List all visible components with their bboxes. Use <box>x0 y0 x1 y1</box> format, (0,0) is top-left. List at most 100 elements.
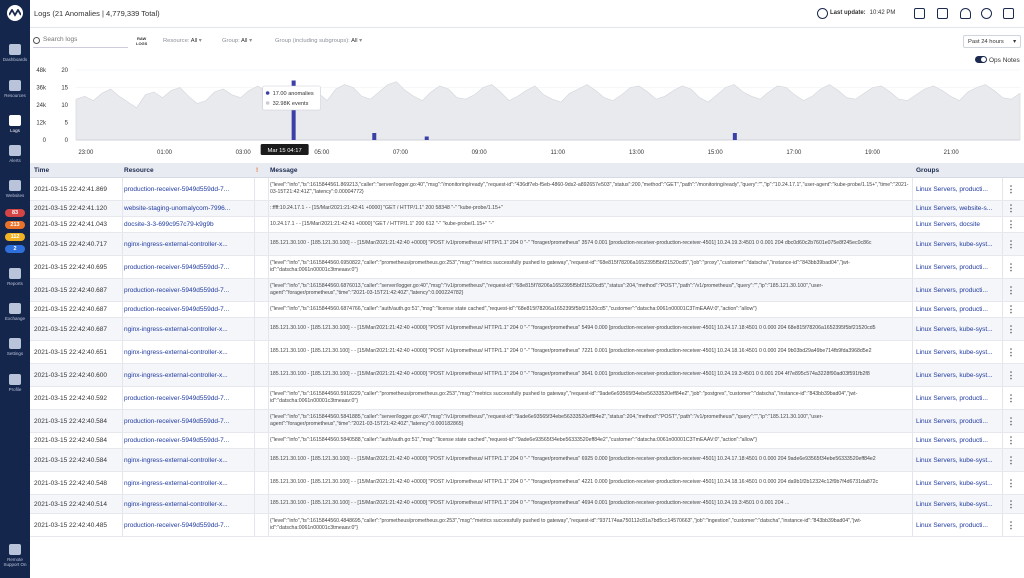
alert-badge-error[interactable]: 213 <box>5 221 25 229</box>
row-groups-link[interactable]: Linux Servers, website-s... <box>916 201 998 216</box>
bell-icon[interactable] <box>960 8 971 19</box>
row-menu-icon[interactable]: ⋮ <box>1006 449 1016 471</box>
row-groups-link[interactable]: Linux Servers, producti... <box>916 178 998 200</box>
row-menu-icon[interactable]: ⋮ <box>1006 387 1016 409</box>
table-row[interactable]: 2021-03-15 22:42:40.695 production-receiv… <box>30 256 1024 279</box>
row-groups-link[interactable]: Linux Servers, kube-syst... <box>916 318 998 340</box>
help-icon[interactable] <box>981 8 992 19</box>
sidebar-item-profile[interactable]: Profile <box>0 374 30 392</box>
row-menu-icon[interactable]: ⋮ <box>1006 201 1016 216</box>
column-divider <box>268 178 269 200</box>
row-resource-link[interactable]: nginx-ingress-external-controller-x... <box>124 341 240 363</box>
row-resource-link[interactable]: website-staging-unomalycom-7996... <box>124 201 240 216</box>
table-row[interactable]: 2021-03-15 22:42:40.548 nginx-ingress-ext… <box>30 472 1024 495</box>
row-menu-icon[interactable]: ⋮ <box>1006 472 1016 494</box>
alert-badge-critical[interactable]: 83 <box>5 209 25 217</box>
table-row[interactable]: 2021-03-15 22:42:40.514 nginx-ingress-ext… <box>30 495 1024 514</box>
table-row[interactable]: 2021-03-15 22:42:40.592 production-receiv… <box>30 387 1024 410</box>
row-resource-link[interactable]: production-receiver-5949d559dd-7... <box>124 302 240 317</box>
row-resource-link[interactable]: nginx-ingress-external-controller-x... <box>124 495 240 513</box>
sidebar-item-dashboards[interactable]: Dashboards <box>0 44 30 62</box>
col-header-groups[interactable]: Groups <box>916 167 939 174</box>
row-resource-link[interactable]: production-receiver-5949d559dd-7... <box>124 410 240 432</box>
row-groups-link[interactable]: Linux Servers, producti... <box>916 433 998 448</box>
row-menu-icon[interactable]: ⋮ <box>1006 217 1016 232</box>
row-groups-link[interactable]: Linux Servers, kube-syst... <box>916 472 998 494</box>
row-groups-link[interactable]: Linux Servers, producti... <box>916 514 998 536</box>
row-menu-icon[interactable]: ⋮ <box>1006 364 1016 386</box>
sidebar-item-logs[interactable]: Logs <box>0 115 30 133</box>
app-logo[interactable] <box>7 5 23 21</box>
row-groups-link[interactable]: Linux Servers, producti... <box>916 302 998 317</box>
sidebar-item-resources[interactable]: Resources <box>0 80 30 98</box>
table-row[interactable]: 2021-03-15 22:42:40.485 production-receiv… <box>30 514 1024 537</box>
table-row[interactable]: 2021-03-15 22:42:41.043 docsite-3-3-699c9… <box>30 217 1024 233</box>
table-row[interactable]: 2021-03-15 22:42:40.584 nginx-ingress-ext… <box>30 449 1024 472</box>
row-groups-link[interactable]: Linux Servers, kube-syst... <box>916 449 998 471</box>
external-link-icon[interactable] <box>1003 8 1014 19</box>
col-header-message[interactable]: Message <box>270 167 297 174</box>
row-menu-icon[interactable]: ⋮ <box>1006 302 1016 317</box>
row-groups-link[interactable]: Linux Servers, kube-syst... <box>916 341 998 363</box>
row-resource-link[interactable]: production-receiver-5949d559dd-7... <box>124 256 240 278</box>
row-groups-link[interactable]: Linux Servers, producti... <box>916 256 998 278</box>
sidebar-item-remote-support[interactable]: Remote Support On <box>0 544 30 567</box>
table-row[interactable]: 2021-03-15 22:42:40.687 production-receiv… <box>30 302 1024 318</box>
alert-badge-warning[interactable]: 112 <box>5 233 25 241</box>
table-row[interactable]: 2021-03-15 22:42:41.869 production-receiv… <box>30 178 1024 201</box>
row-resource-link[interactable]: docsite-3-3-699c957c79-k9g9b <box>124 217 240 232</box>
table-row[interactable]: 2021-03-15 22:42:40.687 production-receiv… <box>30 279 1024 302</box>
row-menu-icon[interactable]: ⋮ <box>1006 279 1016 301</box>
resource-filter[interactable]: Resource: All ▾ <box>163 38 202 44</box>
row-groups-link[interactable]: Linux Servers, producti... <box>916 279 998 301</box>
sidebar-item-reports[interactable]: Reports <box>0 268 30 286</box>
group-filter[interactable]: Group: All ▾ <box>222 38 252 44</box>
row-resource-link[interactable]: nginx-ingress-external-controller-x... <box>124 472 240 494</box>
row-resource-link[interactable]: production-receiver-5949d559dd-7... <box>124 514 240 536</box>
table-row[interactable]: 2021-03-15 22:42:40.651 nginx-ingress-ext… <box>30 341 1024 364</box>
row-groups-link[interactable]: Linux Servers, kube-syst... <box>916 233 998 255</box>
row-resource-link[interactable]: nginx-ingress-external-controller-x... <box>124 318 240 340</box>
raw-logs-button[interactable]: RAW LOGS <box>136 36 147 46</box>
col-header-resource[interactable]: Resource <box>124 167 154 174</box>
row-resource-link[interactable]: production-receiver-5949d559dd-7... <box>124 433 240 448</box>
time-range-select[interactable]: Past 24 hours ▾ <box>963 35 1021 48</box>
alert-badge-info[interactable]: 2 <box>5 245 25 253</box>
row-menu-icon[interactable]: ⋮ <box>1006 410 1016 432</box>
search-input[interactable] <box>43 36 123 43</box>
row-menu-icon[interactable]: ⋮ <box>1006 256 1016 278</box>
col-header-time[interactable]: Time <box>34 167 49 174</box>
group-subgroups-filter[interactable]: Group (including subgroups): All ▾ <box>275 38 362 44</box>
table-row[interactable]: 2021-03-15 22:42:40.717 nginx-ingress-ext… <box>30 233 1024 256</box>
row-menu-icon[interactable]: ⋮ <box>1006 318 1016 340</box>
row-resource-link[interactable]: production-receiver-5949d559dd-7... <box>124 178 240 200</box>
row-menu-icon[interactable]: ⋮ <box>1006 233 1016 255</box>
row-menu-icon[interactable]: ⋮ <box>1006 495 1016 513</box>
row-resource-link[interactable]: nginx-ingress-external-controller-x... <box>124 364 240 386</box>
row-groups-link[interactable]: Linux Servers, producti... <box>916 387 998 409</box>
row-groups-link[interactable]: Linux Servers, producti... <box>916 410 998 432</box>
table-row[interactable]: 2021-03-15 22:42:40.584 production-receiv… <box>30 410 1024 433</box>
row-resource-link[interactable]: nginx-ingress-external-controller-x... <box>124 233 240 255</box>
row-resource-link[interactable]: production-receiver-5949d559dd-7... <box>124 279 240 301</box>
row-groups-link[interactable]: Linux Servers, kube-syst... <box>916 364 998 386</box>
table-row[interactable]: 2021-03-15 22:42:40.584 production-receiv… <box>30 433 1024 449</box>
table-row[interactable]: 2021-03-15 22:42:41.120 website-staging-u… <box>30 201 1024 217</box>
table-row[interactable]: 2021-03-15 22:42:40.687 nginx-ingress-ext… <box>30 318 1024 341</box>
row-groups-link[interactable]: Linux Servers, kube-syst... <box>916 495 998 513</box>
sidebar-item-exchange[interactable]: Exchange <box>0 303 30 321</box>
calendar-icon[interactable] <box>914 8 925 19</box>
row-resource-link[interactable]: nginx-ingress-external-controller-x... <box>124 449 240 471</box>
sidebar-item-websites[interactable]: Websites <box>0 180 30 198</box>
row-menu-icon[interactable]: ⋮ <box>1006 433 1016 448</box>
table-row[interactable]: 2021-03-15 22:42:40.600 nginx-ingress-ext… <box>30 364 1024 387</box>
row-menu-icon[interactable]: ⋮ <box>1006 514 1016 536</box>
row-menu-icon[interactable]: ⋮ <box>1006 178 1016 200</box>
row-menu-icon[interactable]: ⋮ <box>1006 341 1016 363</box>
sidebar-item-alerts[interactable]: Alerts <box>0 145 30 163</box>
refresh-icon[interactable] <box>817 8 828 19</box>
share-icon[interactable] <box>937 8 948 19</box>
row-groups-link[interactable]: Linux Servers, docsite <box>916 217 998 232</box>
sidebar-item-settings[interactable]: Settings <box>0 338 30 356</box>
row-resource-link[interactable]: production-receiver-5949d559dd-7... <box>124 387 240 409</box>
